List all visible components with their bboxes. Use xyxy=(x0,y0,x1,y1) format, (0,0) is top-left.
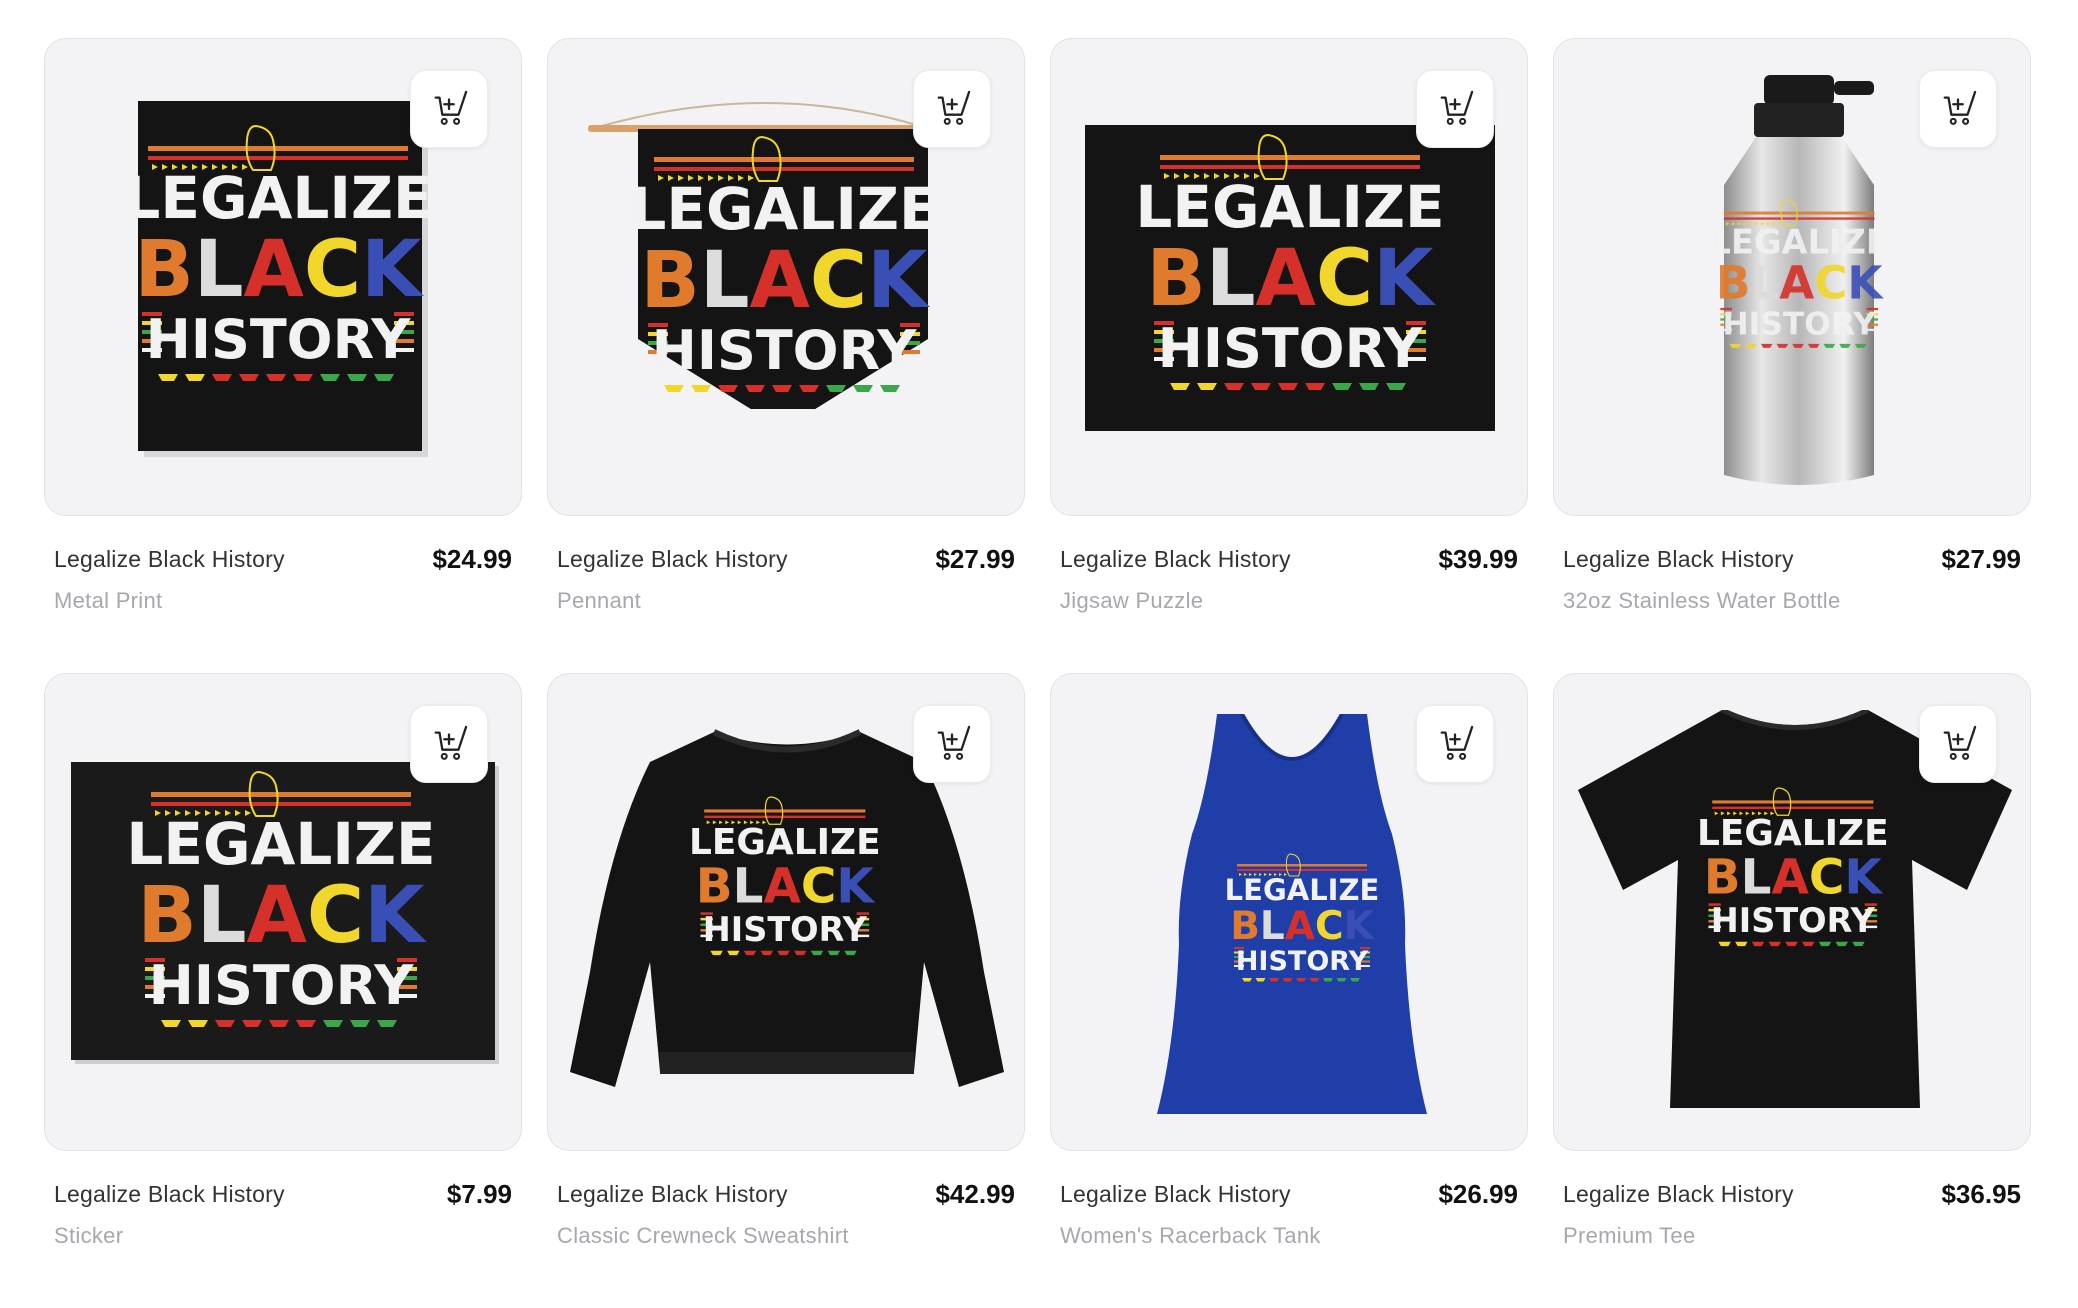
product-name[interactable]: Legalize Black History xyxy=(1060,1181,1291,1208)
design-line-legalize: LEGALIZE xyxy=(1714,222,1884,261)
product-type: Sticker xyxy=(54,1223,124,1248)
product-card[interactable]: LEGALIZE BLACK HISTORY Legalize Black Hist… xyxy=(547,38,1025,673)
design-line-history: HISTORY xyxy=(1722,307,1876,343)
product-type: Pennant xyxy=(557,588,642,613)
design-line-black: BLACK xyxy=(1230,904,1375,949)
pennant-image: LEGALIZEBLACKHISTORY xyxy=(588,102,939,409)
add-to-cart-icon xyxy=(1440,725,1474,760)
product-name[interactable]: Legalize Black History xyxy=(54,546,285,573)
product-name[interactable]: Legalize Black History xyxy=(557,546,788,573)
product-type: Jigsaw Puzzle xyxy=(1060,588,1204,613)
product-type: Metal Print xyxy=(54,588,163,613)
design-line-legalize: LEGALIZE xyxy=(689,822,881,863)
add-to-cart-icon xyxy=(1943,725,1977,760)
design-line-legalize: LEGALIZE xyxy=(126,810,435,878)
product-type: Premium Tee xyxy=(1563,1223,1696,1248)
product-name[interactable]: Legalize Black History xyxy=(557,1181,788,1208)
legalize-black-history-design: LEGALIZEBLACKHISTORY xyxy=(1225,853,1380,982)
design-line-history: HISTORY xyxy=(146,308,412,371)
product-card[interactable]: LEGALIZE BLACK HISTORY Legalize Black Hist… xyxy=(1050,38,1528,673)
design-line-history: HISTORY xyxy=(652,319,918,382)
design-line-legalize: LEGALIZE xyxy=(629,175,938,243)
product-grid: LEGALIZE BLACK HISTORY Legalize Black Hist… xyxy=(44,38,2031,1308)
design-line-legalize: LEGALIZE xyxy=(1697,813,1889,854)
add-to-cart-icon xyxy=(1943,90,1977,125)
product-price: $27.99 xyxy=(1941,544,2021,574)
legalize-black-history-design: LEGALIZEBLACKHISTORY xyxy=(1714,199,1884,348)
add-to-cart-button[interactable] xyxy=(913,705,991,783)
legalize-black-history-design: LEGALIZEBLACKHISTORY xyxy=(138,124,428,381)
product-type: Women's Racerback Tank xyxy=(1060,1223,1321,1248)
design-line-black: BLACK xyxy=(696,858,876,914)
product-name[interactable]: Legalize Black History xyxy=(1060,546,1291,573)
product-name[interactable]: Legalize Black History xyxy=(1563,546,1794,573)
tank-image: LEGALIZEBLACKHISTORY xyxy=(1157,714,1427,1114)
add-to-cart-icon xyxy=(937,90,971,125)
product-price: $36.95 xyxy=(1941,1179,2021,1209)
product-card[interactable]: LEGALIZE BLACK HISTORY Legalize Black Hist… xyxy=(44,673,522,1308)
product-card[interactable]: LEGALIZE BLACK HISTORY Legalize Black Hist… xyxy=(547,673,1025,1308)
product-card[interactable]: LEGALIZE BLACK HISTORY Legalize Black Hist… xyxy=(44,38,522,673)
product-name[interactable]: Legalize Black History xyxy=(54,1181,285,1208)
add-to-cart-icon xyxy=(434,90,468,125)
legalize-black-history-design: LEGALIZEBLACKHISTORY xyxy=(629,135,939,392)
product-price: $24.99 xyxy=(432,544,512,574)
design-line-legalize: LEGALIZE xyxy=(1135,173,1444,241)
design-line-black: BLACK xyxy=(137,871,427,961)
add-to-cart-button[interactable] xyxy=(410,705,488,783)
design-line-history: HISTORY xyxy=(149,954,415,1017)
product-type: Classic Crewneck Sweatshirt xyxy=(557,1223,849,1248)
design-line-history: HISTORY xyxy=(703,910,868,949)
product-card[interactable]: LEGALIZE BLACK HISTORY Legalize Black Hist… xyxy=(1553,38,2031,673)
design-line-black: BLACK xyxy=(640,236,930,326)
design-line-black: BLACK xyxy=(1716,257,1884,310)
puzzle-image: LEGALIZEBLACKHISTORY xyxy=(1085,125,1495,431)
design-line-legalize: LEGALIZE xyxy=(138,164,428,232)
add-to-cart-button[interactable] xyxy=(913,70,991,148)
add-to-cart-icon xyxy=(937,725,971,760)
metal-print-image: LEGALIZEBLACKHISTORY xyxy=(138,101,428,457)
add-to-cart-button[interactable] xyxy=(1919,705,1997,783)
legalize-black-history-design: LEGALIZEBLACKHISTORY xyxy=(1135,133,1445,390)
design-line-history: HISTORY xyxy=(1711,901,1876,940)
product-price: $27.99 xyxy=(935,544,1015,574)
add-to-cart-button[interactable] xyxy=(1919,70,1997,148)
water-bottle-image: LEGALIZEBLACKHISTORY xyxy=(1714,75,1884,485)
add-to-cart-icon xyxy=(1440,90,1474,125)
sticker-image: LEGALIZEBLACKHISTORY xyxy=(71,762,499,1064)
add-to-cart-button[interactable] xyxy=(1416,705,1494,783)
product-name[interactable]: Legalize Black History xyxy=(1563,1181,1794,1208)
product-price: $42.99 xyxy=(935,1179,1015,1209)
product-card[interactable]: LEGALIZE BLACK HISTORY Legalize Black Hist… xyxy=(1050,673,1528,1308)
product-price: $26.99 xyxy=(1438,1179,1518,1209)
add-to-cart-button[interactable] xyxy=(1416,70,1494,148)
product-price: $7.99 xyxy=(446,1179,512,1209)
design-line-history: HISTORY xyxy=(1158,317,1424,380)
product-type: 32oz Stainless Water Bottle xyxy=(1563,588,1841,613)
design-line-black: BLACK xyxy=(138,225,424,315)
design-line-black: BLACK xyxy=(1704,849,1884,905)
design-line-history: HISTORY xyxy=(1236,946,1369,977)
product-price: $39.99 xyxy=(1438,544,1518,574)
design-line-legalize: LEGALIZE xyxy=(1225,873,1380,907)
add-to-cart-button[interactable] xyxy=(410,70,488,148)
product-card[interactable]: LEGALIZE BLACK HISTORY Legalize Black Hist… xyxy=(1553,673,2031,1308)
legalize-black-history-design: LEGALIZEBLACKHISTORY xyxy=(126,770,436,1027)
design-line-black: BLACK xyxy=(1146,234,1436,324)
add-to-cart-icon xyxy=(434,725,468,760)
